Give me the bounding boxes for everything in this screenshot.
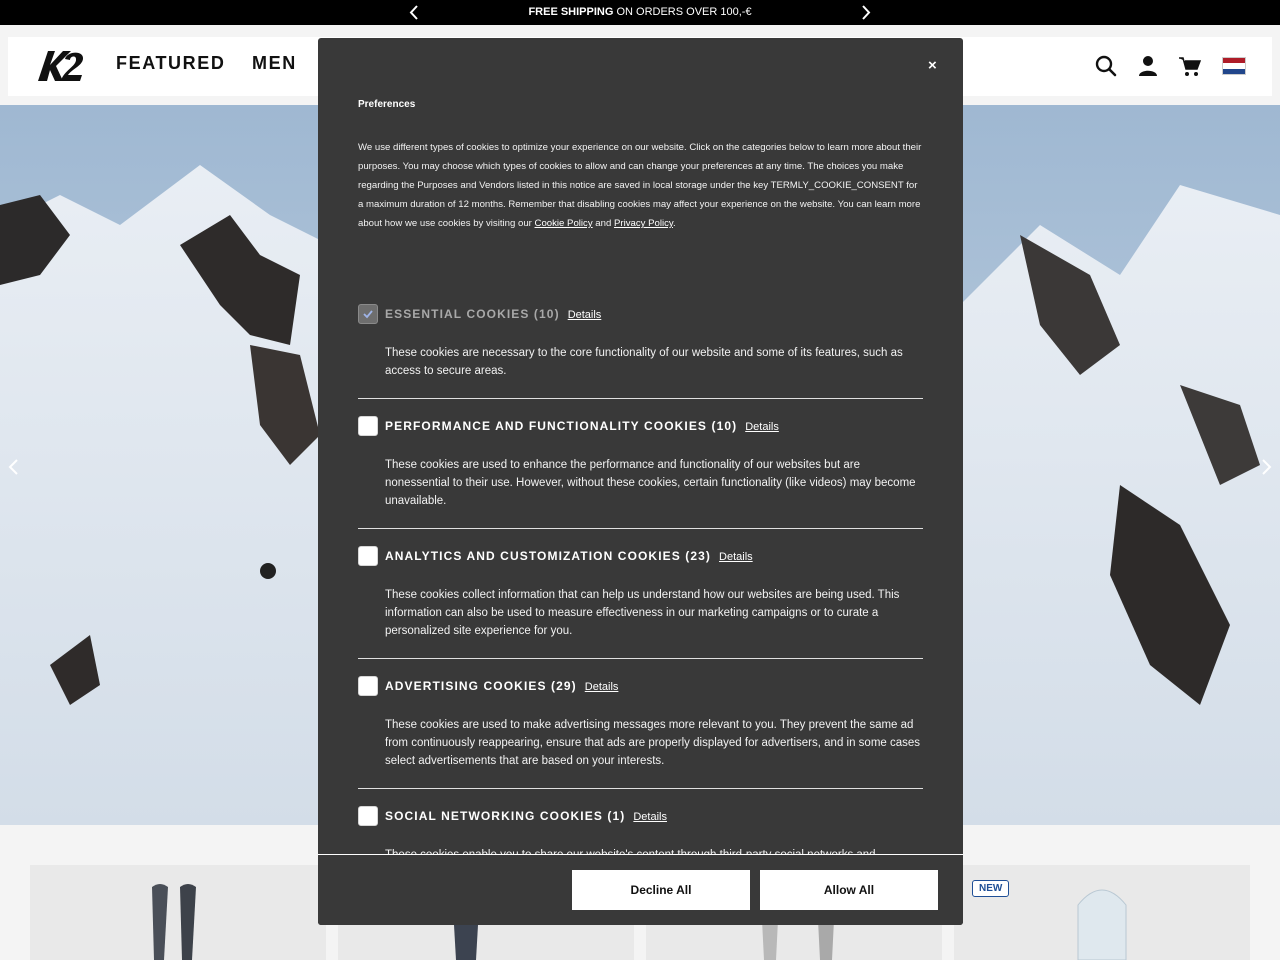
cookie-policy-link[interactable]: Cookie Policy [535, 218, 593, 229]
details-link[interactable]: Details [633, 811, 667, 823]
promo-next-arrow-icon[interactable] [858, 4, 874, 21]
hero-prev-arrow-icon[interactable] [6, 457, 22, 477]
category-title: ADVERTISING COOKIES (29) Details [385, 679, 618, 693]
new-badge: NEW [972, 880, 1010, 897]
description-and: and [592, 218, 614, 229]
promo-message: FREE SHIPPING ON ORDERS OVER 100,-€ [0, 6, 1280, 18]
category-title: PERFORMANCE AND FUNCTIONALITY COOKIES (1… [385, 419, 779, 433]
category-title-text: SOCIAL NETWORKING COOKIES (1) [385, 809, 626, 823]
promo-text: ON ORDERS OVER 100,-€ [613, 6, 752, 18]
product-card[interactable] [30, 865, 326, 960]
divider [358, 658, 923, 659]
social-checkbox[interactable] [358, 806, 378, 826]
promo-bar: FREE SHIPPING ON ORDERS OVER 100,-€ [0, 0, 1280, 25]
advertising-checkbox[interactable] [358, 676, 378, 696]
category-title: SOCIAL NETWORKING COOKIES (1) Details [385, 809, 667, 823]
product-image-skis [152, 884, 196, 960]
details-link[interactable]: Details [585, 681, 619, 693]
description-text: We use different types of cookies to opt… [358, 142, 922, 229]
flag-stripe-blue [1223, 68, 1245, 74]
details-link[interactable]: Details [568, 309, 602, 321]
modal-footer: Decline All Allow All [318, 854, 963, 925]
category-title-text: ADVERTISING COOKIES (29) [385, 679, 577, 693]
category-title-text: PERFORMANCE AND FUNCTIONALITY COOKIES (1… [385, 419, 738, 433]
modal-title: Preferences [358, 99, 416, 110]
category-title-text: ANALYTICS AND CUSTOMIZATION COOKIES (23) [385, 549, 712, 563]
category-description: These cookies collect information that c… [385, 589, 900, 637]
category-title: ANALYTICS AND CUSTOMIZATION COOKIES (23)… [385, 549, 753, 563]
analytics-checkbox[interactable] [358, 546, 378, 566]
modal-description: We use different types of cookies to opt… [358, 138, 923, 233]
promo-bold-text: FREE SHIPPING [528, 6, 614, 18]
divider [358, 528, 923, 529]
hero-next-arrow-icon[interactable] [1258, 457, 1274, 477]
category-description: These cookies are necessary to the core … [385, 347, 903, 377]
essential-checkbox[interactable] [358, 304, 378, 324]
divider [358, 788, 923, 789]
divider [358, 398, 923, 399]
allow-all-button[interactable]: Allow All [760, 870, 938, 910]
nav-men[interactable]: MEN [252, 53, 297, 74]
description-period: . [672, 218, 676, 229]
category-description: These cookies are used to make advertisi… [385, 719, 921, 767]
search-icon[interactable] [1094, 54, 1118, 78]
details-link[interactable]: Details [745, 421, 779, 433]
category-title: ESSENTIAL COOKIES (10) Details [385, 307, 601, 321]
product-card[interactable]: NEW [954, 865, 1250, 960]
privacy-policy-link[interactable]: Privacy Policy [614, 218, 673, 229]
account-icon[interactable] [1136, 54, 1160, 78]
category-title-text: ESSENTIAL COOKIES (10) [385, 307, 560, 321]
k2-logo[interactable] [32, 47, 88, 83]
cookie-preferences-modal: × Preferences We use different types of … [318, 38, 963, 925]
close-icon[interactable]: × [928, 57, 937, 74]
decline-all-button[interactable]: Decline All [572, 870, 750, 910]
checkmark-icon [363, 310, 373, 319]
category-description: These cookies are used to enhance the pe… [385, 459, 916, 507]
nav-featured[interactable]: FEATURED [116, 53, 225, 74]
details-link[interactable]: Details [719, 551, 753, 563]
cart-icon[interactable] [1178, 54, 1202, 78]
netherlands-flag-icon[interactable] [1222, 57, 1246, 75]
performance-checkbox[interactable] [358, 416, 378, 436]
